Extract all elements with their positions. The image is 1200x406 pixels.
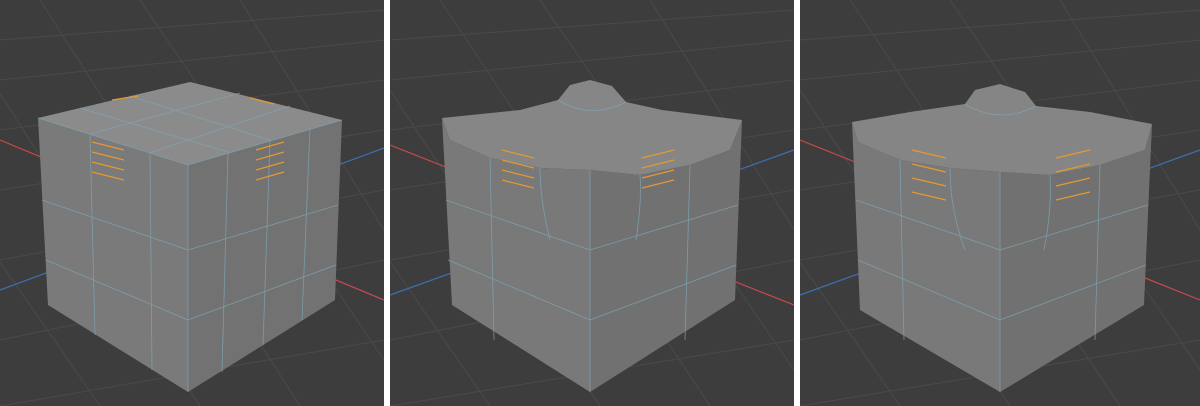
- viewport-2-canvas[interactable]: [390, 0, 794, 406]
- mesh-cube: [442, 80, 742, 392]
- viewport-2[interactable]: [390, 0, 794, 406]
- viewport-strip: [0, 0, 1200, 406]
- viewport-3[interactable]: [800, 0, 1200, 406]
- viewport-1[interactable]: [0, 0, 384, 406]
- viewport-3-canvas[interactable]: [800, 0, 1200, 406]
- viewport-1-canvas[interactable]: [0, 0, 384, 406]
- mesh-cube: [852, 84, 1152, 392]
- mesh-cube: [37, 82, 343, 392]
